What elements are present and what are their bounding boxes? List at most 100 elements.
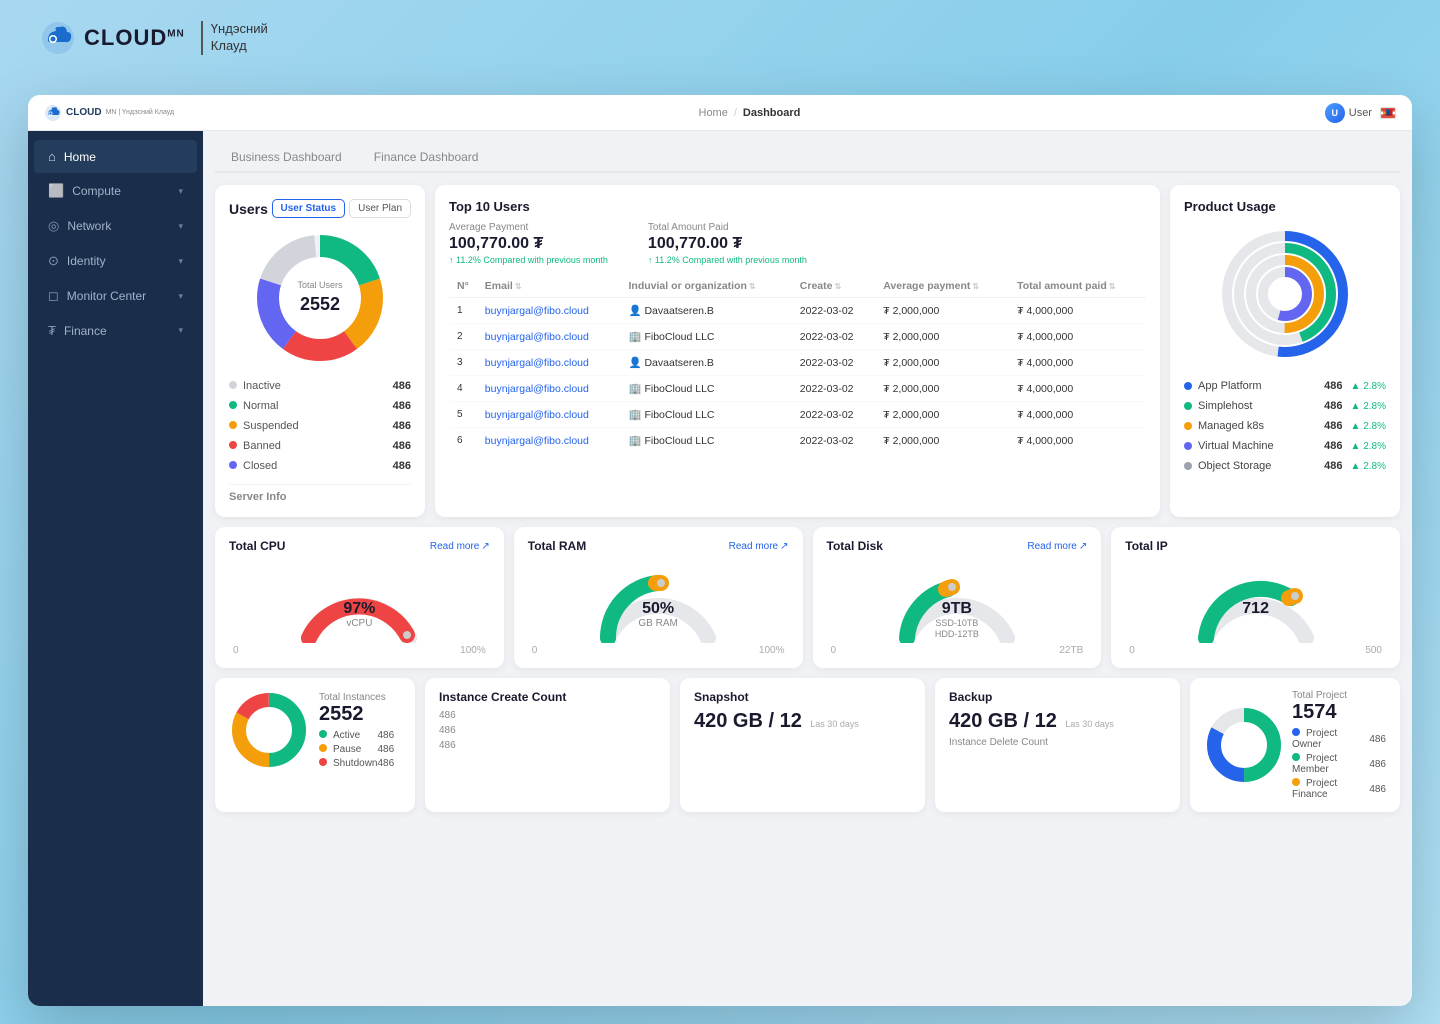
top-header: CLOUDMN Үндэсний Клауд — [0, 0, 1440, 76]
status-item-inactive: Inactive 486 — [229, 376, 411, 396]
avg-payment-value: 100,770.00 ₮ — [449, 235, 608, 253]
disk-value: 9TB SSD-10TB HDD-12TB — [935, 600, 979, 641]
window-topbar: CLOUD MN | Үндэсний Клауд Home / Dashboa… — [28, 95, 1412, 131]
instance-delete-label: Instance Delete Count — [949, 737, 1166, 748]
donut-center: Total Users 2552 — [297, 279, 342, 317]
th-email[interactable]: Email⇅ — [477, 275, 621, 298]
table-row: 6 buynjargal@fibo.cloud 🏢 FiboCloud LLC … — [449, 428, 1146, 454]
user-badge[interactable]: U User — [1325, 103, 1372, 123]
server-info-label: Server Info — [229, 484, 411, 503]
sidebar-label-home: Home — [64, 150, 183, 164]
ip-title: Total IP — [1125, 539, 1167, 553]
chevron-down-icon: ▾ — [178, 256, 183, 267]
ip-card: Total IP 712 — [1111, 527, 1400, 668]
product-item-simplehost: Simplehost 486 ▲ 2.8% — [1184, 396, 1386, 416]
avg-payment-change: ↑ 11.2% Compared with previous month — [449, 255, 608, 265]
ram-card-header: Total RAM Read more ↗ — [528, 539, 789, 553]
topbar-breadcrumb: Home / Dashboard — [699, 107, 801, 119]
mini-logo-icon — [44, 104, 62, 122]
disk-card: Total Disk Read more ↗ — [813, 527, 1102, 668]
monitor-icon: ◻ — [48, 288, 59, 304]
instances-title: Total Instances — [319, 692, 394, 703]
th-n: N° — [449, 275, 477, 298]
th-avg-payment[interactable]: Average payment⇅ — [875, 275, 1009, 298]
status-item-suspended: Suspended 486 — [229, 416, 411, 436]
top-users-title: Top 10 Users — [449, 199, 1146, 214]
mini-logo: CLOUD MN | Үндэсний Клауд — [44, 104, 174, 122]
ram-value: 50% GB RAM — [638, 600, 677, 629]
instance-stat-shutdown: Shutdown 486 — [319, 758, 394, 769]
status-item-normal: Normal 486 — [229, 396, 411, 416]
product-usage-card: Product Usage — [1170, 185, 1400, 517]
user-status-button[interactable]: User Status — [272, 199, 346, 218]
ram-card: Total RAM Read more ↗ — [514, 527, 803, 668]
disk-title: Total Disk — [827, 539, 883, 553]
ip-gauge: 712 0 500 — [1125, 559, 1386, 656]
cards-row-1: Users User Status User Plan — [215, 185, 1400, 517]
cpu-title: Total CPU — [229, 539, 285, 553]
cpu-card-header: Total CPU Read more ↗ — [229, 539, 490, 553]
tab-finance-dashboard[interactable]: Finance Dashboard — [358, 143, 495, 173]
cpu-gauge: 97% vCPU 0 100% — [229, 559, 490, 656]
chevron-down-icon: ▾ — [178, 291, 183, 302]
sidebar-label-monitor: Monitor Center — [67, 289, 171, 303]
user-plan-button[interactable]: User Plan — [349, 199, 411, 218]
sidebar-label-compute: Compute — [72, 184, 170, 198]
total-payment-change: ↑ 11.2% Compared with previous month — [648, 255, 807, 265]
snapshot-value: 420 GB / 12 — [694, 710, 802, 732]
disk-gauge: 9TB SSD-10TB HDD-12TB 0 22TB — [827, 559, 1088, 656]
product-item-app-platform: App Platform 486 ▲ 2.8% — [1184, 376, 1386, 396]
breadcrumb-separator: / — [734, 107, 737, 119]
th-org[interactable]: Induvial or organization⇅ — [620, 275, 791, 298]
breadcrumb-home[interactable]: Home — [699, 107, 728, 119]
main-content: Business Dashboard Finance Dashboard Use… — [203, 131, 1412, 1006]
tab-business-dashboard[interactable]: Business Dashboard — [215, 143, 358, 173]
cpu-value: 97% vCPU — [343, 600, 375, 629]
sidebar-item-compute[interactable]: ⬜ Compute ▾ — [34, 174, 197, 208]
user-status-list: Inactive 486 Normal 486 Suspended 486 — [229, 376, 411, 476]
disk-gauge-labels: 0 22TB — [827, 645, 1088, 656]
avg-payment-stat: Average Payment 100,770.00 ₮ ↑ 11.2% Com… — [449, 222, 608, 265]
backup-card: Backup 420 GB / 12 Las 30 days Instance … — [935, 678, 1180, 812]
topbar-right: U User 🇲🇳 — [1325, 103, 1396, 123]
snapshot-card: Snapshot 420 GB / 12 Las 30 days — [680, 678, 925, 812]
instance-stat-pause: Pause 486 — [319, 744, 394, 755]
flag-icon[interactable]: 🇲🇳 — [1380, 107, 1396, 119]
disk-unit: SSD-10TB HDD-12TB — [935, 618, 979, 641]
snapshot-title: Snapshot — [694, 690, 911, 704]
sidebar-item-home[interactable]: ⌂ Home — [34, 140, 197, 173]
instance-create-card: Instance Create Count 486 486 486 — [425, 678, 670, 812]
ram-read-more[interactable]: Read more ↗ — [729, 541, 789, 552]
product-item-object-storage: Object Storage 486 ▲ 2.8% — [1184, 456, 1386, 476]
th-total-paid[interactable]: Total amount paid⇅ — [1009, 275, 1146, 298]
breadcrumb-current: Dashboard — [743, 107, 800, 119]
main-window: CLOUD MN | Үндэсний Клауд Home / Dashboa… — [28, 95, 1412, 1006]
cpu-read-more[interactable]: Read more ↗ — [430, 541, 490, 552]
project-value: 1574 — [1292, 701, 1386, 724]
sidebar-item-monitor[interactable]: ◻ Monitor Center ▾ — [34, 279, 197, 313]
top-users-table: N° Email⇅ Induvial or organization⇅ Crea… — [449, 275, 1146, 453]
ram-title: Total RAM — [528, 539, 586, 553]
top-users-card: Top 10 Users Average Payment 100,770.00 … — [435, 185, 1160, 517]
table-row: 4 buynjargal@fibo.cloud 🏢 FiboCloud LLC … — [449, 376, 1146, 402]
product-item-virtual-machine: Virtual Machine 486 ▲ 2.8% — [1184, 436, 1386, 456]
sidebar-item-network[interactable]: ◎ Network ▾ — [34, 209, 197, 243]
total-payment-stat: Total Amount Paid 100,770.00 ₮ ↑ 11.2% C… — [648, 222, 807, 265]
sidebar-item-finance[interactable]: ₮ Finance ▾ — [34, 314, 197, 347]
status-item-closed: Closed 486 — [229, 456, 411, 476]
th-create[interactable]: Create⇅ — [792, 275, 875, 298]
sidebar: ⌂ Home ⬜ Compute ▾ ◎ Network ▾ ⊙ Identit… — [28, 131, 203, 1006]
table-row: 5 buynjargal@fibo.cloud 🏢 FiboCloud LLC … — [449, 402, 1146, 428]
instances-card: Total Instances 2552 Active 486 Pause 48… — [215, 678, 415, 812]
backup-title: Backup — [949, 690, 1166, 704]
sidebar-item-identity[interactable]: ⊙ Identity ▾ — [34, 244, 197, 278]
sidebar-label-network: Network — [67, 219, 170, 233]
ip-value: 712 — [1242, 600, 1269, 618]
disk-read-more[interactable]: Read more ↗ — [1027, 541, 1087, 552]
logo-icon — [40, 20, 76, 56]
users-donut-chart: Total Users 2552 — [229, 228, 411, 368]
dashboard-tabs: Business Dashboard Finance Dashboard — [215, 143, 1400, 173]
mini-logo-text: CLOUD — [66, 107, 102, 118]
ip-card-header: Total IP — [1125, 539, 1386, 553]
avg-payment-label: Average Payment — [449, 222, 608, 233]
